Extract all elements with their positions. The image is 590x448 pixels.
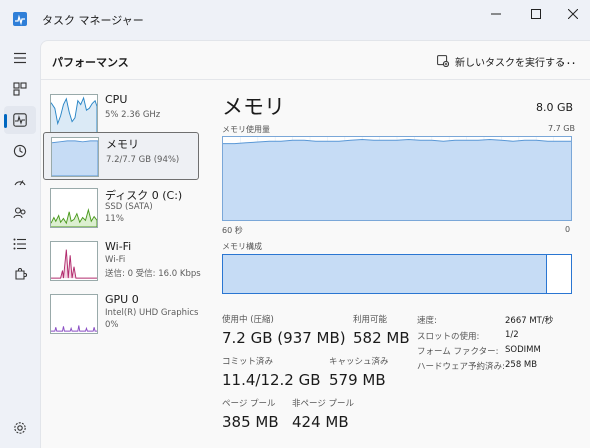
detail-title: メモリ (222, 95, 285, 119)
run-new-task-button[interactable]: 新しいタスクを実行する (437, 52, 565, 70)
main-panel: パフォーマンス 新しいタスクを実行する ... CPU 5% 2.36 GHz … (40, 40, 590, 448)
form-factor-label: フォーム ファクター: (417, 347, 499, 357)
cpu-name: CPU (105, 93, 128, 106)
cached-value: 579 MB (329, 371, 386, 389)
hardware-reserved-label: ハードウェア予約済み: (417, 362, 505, 372)
in-use-label: 使用中 (圧縮) (222, 315, 274, 325)
gpu-usage: 0% (105, 320, 119, 330)
page-header: パフォーマンス 新しいタスクを実行する ... (41, 41, 590, 80)
gpu-name: GPU 0 (105, 293, 139, 306)
close-button[interactable] (553, 0, 590, 28)
resource-memory[interactable]: メモリ 7.2/7.7 GB (94%) (43, 132, 199, 180)
cached-label: キャッシュ済み (329, 357, 389, 367)
memory-usage: 7.2/7.7 GB (94%) (106, 155, 180, 165)
nav-users[interactable] (4, 199, 36, 227)
memory-composition-bar (222, 254, 572, 294)
hamburger-menu-icon (14, 52, 26, 64)
hardware-reserved-value: 258 MB (505, 360, 538, 370)
minimize-icon (491, 13, 501, 15)
committed-label: コミット済み (222, 357, 274, 367)
form-factor-value: SODIMM (505, 345, 541, 355)
gpu-mini-graph (50, 294, 98, 334)
disk-name: ディスク 0 (C:) (105, 189, 183, 202)
gpu-model: Intel(R) UHD Graphics (105, 308, 199, 318)
resource-wifi[interactable]: Wi-Fi Wi-Fi 送信: 0 受信: 16.0 Kbps (43, 237, 201, 285)
nav-menu-button[interactable] (4, 44, 36, 72)
nav-services[interactable] (4, 261, 36, 289)
resource-gpu[interactable]: GPU 0 Intel(R) UHD Graphics 0% (43, 290, 199, 338)
performance-graph-icon (13, 113, 27, 127)
cpu-usage: 5% 2.36 GHz (105, 110, 161, 120)
paged-pool-value: 385 MB (222, 413, 279, 431)
memory-total: 8.0 GB (536, 101, 574, 114)
slots-used-value: 1/2 (505, 330, 519, 340)
time-axis-start: 60 秒 (222, 226, 243, 235)
nonpaged-pool-label: 非ページ プール (292, 399, 355, 409)
nav-settings[interactable] (4, 414, 36, 442)
wifi-adapter: Wi-Fi (105, 255, 126, 265)
run-task-icon (437, 55, 449, 67)
page-title: パフォーマンス (52, 56, 129, 69)
minimize-button[interactable] (476, 0, 516, 28)
speed-value: 2667 MT/秒 (505, 316, 554, 326)
time-axis-end: 0 (565, 225, 571, 234)
title-bar: タスク マネージャー (0, 0, 590, 40)
resource-cpu[interactable]: CPU 5% 2.36 GHz (43, 90, 199, 138)
memory-usage-graph (222, 136, 572, 221)
disk-usage: 11% (105, 214, 124, 224)
memory-composition-label: メモリ構成 (222, 242, 262, 251)
disk-mini-graph (50, 188, 98, 228)
history-clock-icon (13, 144, 27, 158)
nav-app-history[interactable] (4, 137, 36, 165)
nav-startup-apps[interactable] (4, 168, 36, 196)
available-value: 582 MB (353, 329, 410, 347)
resource-disk[interactable]: ディスク 0 (C:) SSD (SATA) 11% (43, 184, 199, 232)
maximize-icon (531, 9, 541, 19)
slots-used-label: スロットの使用: (417, 332, 480, 342)
task-manager-app-icon (13, 12, 27, 26)
window-title: タスク マネージャー (42, 14, 144, 27)
memory-usage-max: 7.7 GB (548, 124, 575, 133)
cpu-mini-graph (50, 94, 98, 134)
nav-rail (0, 40, 40, 448)
nav-processes[interactable] (4, 75, 36, 103)
committed-value: 11.4/12.2 GB (222, 371, 321, 389)
wifi-mini-graph (50, 241, 98, 281)
gear-icon (14, 422, 26, 434)
run-new-task-label: 新しいタスクを実行する (455, 57, 565, 69)
details-list-icon (13, 238, 26, 250)
close-icon (568, 9, 578, 19)
nav-details[interactable] (4, 230, 36, 258)
wifi-throughput: 送信: 0 受信: 16.0 Kbps (105, 269, 201, 279)
services-puzzle-icon (15, 268, 27, 280)
startup-gauge-icon (14, 180, 26, 186)
paged-pool-label: ページ プール (222, 399, 276, 409)
memory-usage-label: メモリ使用量 (222, 125, 270, 134)
nonpaged-pool-value: 424 MB (292, 413, 349, 431)
disk-type: SSD (SATA) (105, 202, 153, 212)
speed-label: 速度: (417, 316, 437, 326)
wifi-name: Wi-Fi (105, 240, 132, 253)
available-label: 利用可能 (353, 315, 388, 325)
memory-usage-area (223, 139, 571, 220)
memory-mini-graph (51, 137, 99, 177)
users-icon (13, 207, 26, 219)
more-options-icon: ... (561, 52, 577, 68)
maximize-button[interactable] (516, 0, 556, 28)
memory-name: メモリ (106, 138, 139, 151)
in-use-value: 7.2 GB (937 MB) (222, 329, 346, 347)
nav-performance[interactable] (4, 106, 36, 134)
memory-composition-in-use (223, 255, 547, 293)
processes-grid-icon (13, 82, 27, 96)
more-options-button[interactable]: ... (557, 50, 581, 70)
